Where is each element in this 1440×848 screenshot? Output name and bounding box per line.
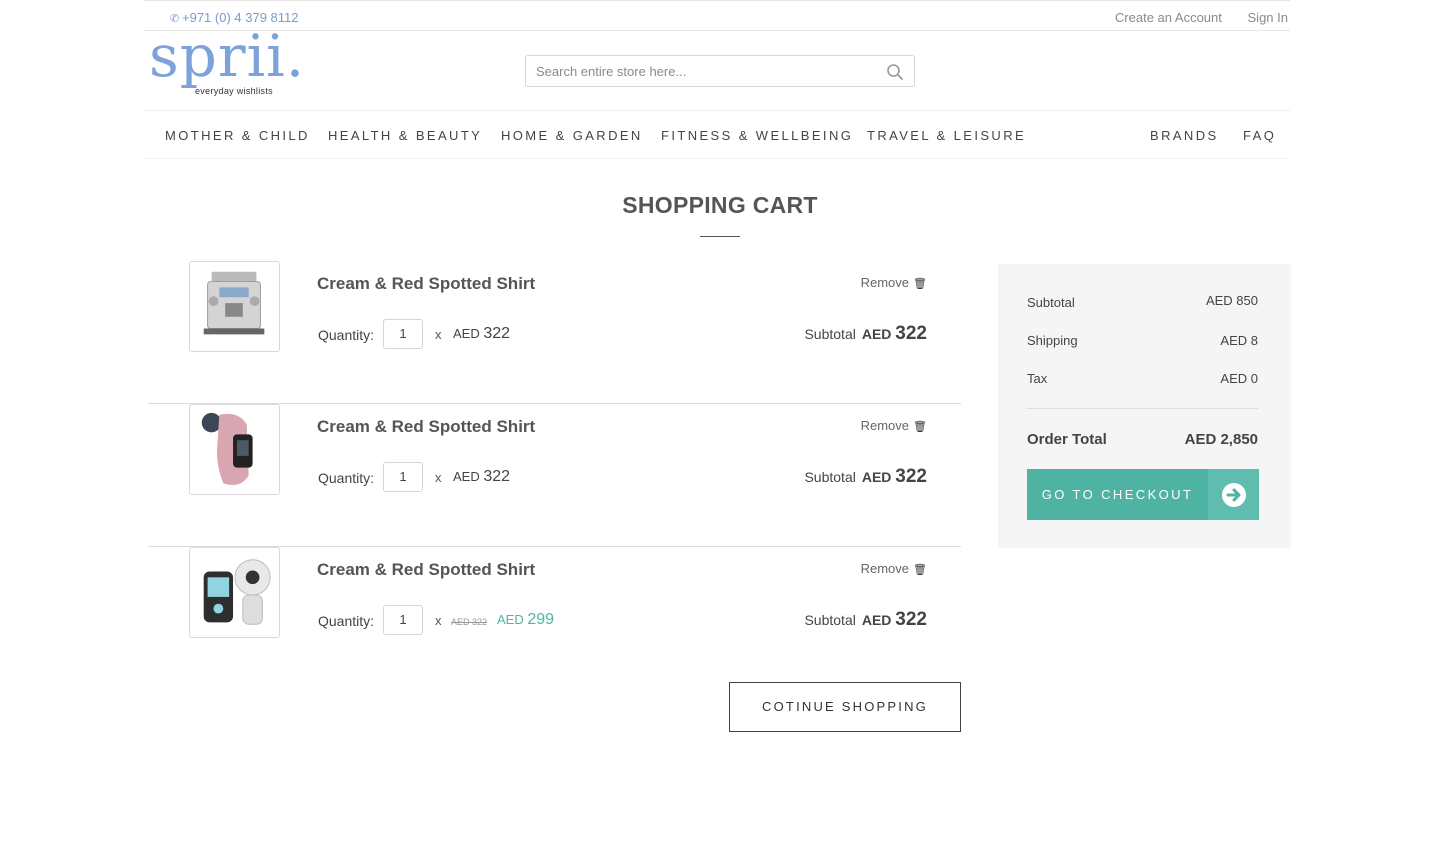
trash-icon: 🗑	[913, 564, 927, 576]
unit-price: AED 322	[453, 325, 511, 342]
logo-tagline: everyday wishlists	[195, 86, 273, 96]
summary-tax: Tax AED 0	[1027, 371, 1258, 386]
cart-item: Cream & Red Spotted Shirt Remove 🗑 Quanti…	[148, 404, 961, 547]
item-subtotal: Subtotal AED 322	[804, 466, 927, 487]
nav-home-garden[interactable]: HOME & GARDEN	[501, 128, 643, 143]
quantity-input[interactable]: 1	[383, 462, 423, 492]
sign-in-link[interactable]: Sign In	[1248, 10, 1288, 25]
continue-shopping-button[interactable]: COTINUE SHOPPING	[729, 682, 961, 732]
quantity-label: Quantity:	[318, 470, 375, 486]
product-name[interactable]: Cream & Red Spotted Shirt	[317, 560, 535, 580]
cart-item: Cream & Red Spotted Shirt Remove 🗑 Quanti…	[148, 261, 961, 404]
search-icon[interactable]	[886, 63, 904, 81]
remove-button[interactable]: Remove 🗑	[861, 561, 927, 576]
main-nav: MOTHER & CHILD HEALTH & BEAUTY HOME & GA…	[144, 110, 1290, 159]
nav-brands[interactable]: BRANDS	[1150, 128, 1219, 143]
remove-button[interactable]: Remove 🗑	[861, 275, 927, 290]
account-links: Create an Account Sign In	[1093, 10, 1288, 25]
original-price: AED 322	[451, 617, 488, 627]
nav-mother-child[interactable]: MOTHER & CHILD	[165, 128, 310, 143]
product-name[interactable]: Cream & Red Spotted Shirt	[317, 417, 535, 437]
product-name[interactable]: Cream & Red Spotted Shirt	[317, 274, 535, 294]
checkout-label: GO TO CHECKOUT	[1041, 487, 1194, 502]
product-image-coffee-machine[interactable]	[189, 261, 280, 352]
order-summary: Subtotal AED 850 Shipping AED 8 Tax AED …	[998, 264, 1291, 548]
quantity-label: Quantity:	[318, 327, 375, 343]
remove-button[interactable]: Remove 🗑	[861, 418, 927, 433]
item-subtotal: Subtotal AED 322	[804, 609, 927, 630]
nav-faq[interactable]: FAQ	[1243, 128, 1276, 143]
cart-item: Cream & Red Spotted Shirt Remove 🗑 Quanti…	[148, 547, 961, 690]
top-bar: ✆ +971 (0) 4 379 8112 Create an Account S…	[144, 0, 1290, 31]
order-total: Order Total AED 2,850	[1027, 431, 1258, 448]
summary-subtotal: Subtotal AED 850	[1027, 293, 1258, 310]
quantity-label: Quantity:	[318, 613, 375, 629]
summary-shipping: Shipping AED 8	[1027, 333, 1258, 348]
trash-icon: 🗑	[913, 421, 927, 433]
trash-icon: 🗑	[913, 278, 927, 290]
nav-travel-leisure[interactable]: TRAVEL & LEISURE	[867, 128, 1026, 143]
page-title: SHOPPING CART	[622, 192, 818, 218]
summary-divider	[1027, 408, 1258, 409]
create-account-link[interactable]: Create an Account	[1115, 10, 1222, 25]
item-subtotal: Subtotal AED 322	[804, 323, 927, 344]
title-divider	[700, 236, 740, 237]
multiply-sign: x	[435, 613, 442, 628]
nav-health-beauty[interactable]: HEALTH & BEAUTY	[328, 128, 482, 143]
search-input[interactable]	[526, 56, 866, 86]
sale-price: AED 299	[497, 611, 555, 628]
nav-fitness-wellbeing[interactable]: FITNESS & WELLBEING	[661, 128, 853, 143]
product-image-baby-monitor[interactable]	[189, 547, 280, 638]
quantity-input[interactable]: 1	[383, 319, 423, 349]
product-image-fitness-tracker[interactable]	[189, 404, 280, 495]
site-logo[interactable]: sprii. everyday wishlists	[149, 22, 309, 104]
multiply-sign: x	[435, 327, 442, 342]
arrow-right-icon	[1208, 469, 1259, 520]
unit-price: AED 322	[453, 468, 511, 485]
multiply-sign: x	[435, 470, 442, 485]
search-box	[525, 55, 915, 87]
quantity-input[interactable]: 1	[383, 605, 423, 635]
go-to-checkout-button[interactable]: GO TO CHECKOUT	[1027, 469, 1259, 520]
logo-wordmark: sprii.	[149, 22, 306, 90]
